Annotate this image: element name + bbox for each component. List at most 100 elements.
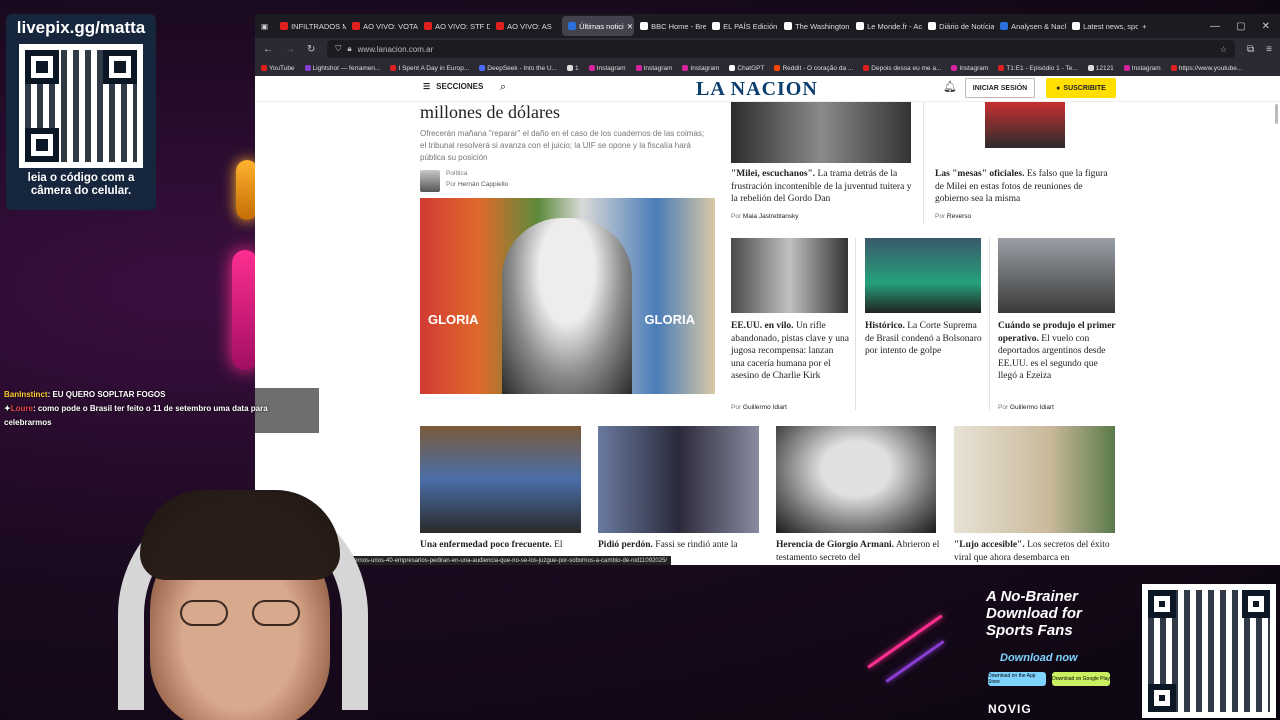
browser-tab[interactable]: Analysen & Nach — [994, 16, 1066, 36]
card-headline[interactable]: "Lujo accesible". Los secretos del éxito… — [954, 539, 1119, 564]
ad-title: A No-Brainer Download for Sports Fans — [986, 588, 1082, 639]
tab-overview-icon[interactable]: ▣ — [261, 22, 268, 31]
favicon-icon — [424, 22, 433, 30]
bookmark-item[interactable]: Instagram — [951, 65, 988, 72]
login-button[interactable]: INICIAR SESIÓN — [965, 78, 1035, 98]
bookmark-item[interactable]: ChatGPT — [729, 65, 764, 72]
card-image[interactable] — [731, 238, 848, 313]
bookmark-item[interactable]: https://www.youtube... — [1170, 65, 1242, 72]
card-image[interactable] — [598, 426, 759, 533]
card-image[interactable] — [420, 426, 581, 533]
card-headline[interactable]: Las "mesas" oficiales. Es falso que la f… — [935, 168, 1115, 206]
browser-tab[interactable]: EL PAÍS Edición A — [706, 16, 778, 36]
bookmark-label: Depois dessa eu me a... — [871, 64, 942, 72]
tab-label: Últimas notici — [579, 21, 624, 31]
bookmark-icon — [390, 65, 397, 71]
bookmark-icon — [567, 65, 574, 71]
bookmark-icon — [951, 65, 958, 71]
main-headline[interactable]: millones de dólares — [420, 102, 560, 123]
bookmark-item[interactable]: I Spent A Day in Europ... — [390, 65, 469, 72]
bookmark-item[interactable]: Instagram — [682, 65, 719, 72]
bell-icon[interactable]: 🔔︎ — [943, 80, 957, 93]
extensions-icon[interactable]: ⧉ — [1247, 44, 1254, 55]
card-headline[interactable]: Herencia de Giorgio Armani. Abrieron el … — [776, 539, 941, 564]
favicon-icon — [712, 22, 721, 30]
favicon-icon — [352, 22, 361, 30]
forward-icon[interactable]: → — [285, 44, 295, 55]
chat-overlay: BanInstinct: EU QUERO SOPLTAR FOGOS ✦Lou… — [0, 388, 320, 434]
bookmark-icon — [1123, 65, 1130, 71]
bookmark-icon — [729, 65, 736, 71]
subscribe-button[interactable]: ● SUSCRIBITE — [1046, 78, 1116, 98]
reload-icon[interactable]: ↻ — [307, 44, 315, 55]
card-image[interactable] — [954, 426, 1115, 533]
search-icon[interactable]: ⌕ — [500, 81, 506, 94]
card-headline[interactable]: EE.UU. en vilo. Un rifle abandonado, pis… — [731, 320, 849, 383]
site-logo[interactable]: LA NACION — [696, 78, 818, 101]
ad-cta: Download now — [1000, 652, 1078, 664]
bookmark-item[interactable]: Depois dessa eu me a... — [863, 65, 941, 72]
bookmark-item[interactable]: Instagram — [588, 65, 626, 72]
bookmark-item[interactable]: 1 — [567, 65, 579, 72]
card-image[interactable] — [985, 102, 1065, 148]
bookmark-label: Instagram — [959, 64, 989, 72]
favicon-icon — [280, 22, 289, 30]
bookmark-item[interactable]: 12121 — [1087, 65, 1114, 72]
card-image[interactable] — [865, 238, 981, 313]
browser-tab[interactable]: Últimas notici ✕ — [562, 16, 635, 36]
browser-tab[interactable]: AO VIVO: VOTAÇ — [346, 16, 418, 36]
browser-tab[interactable]: Le Monde.fr - Ac — [850, 16, 922, 36]
card-image[interactable] — [731, 102, 911, 163]
browser-tab[interactable]: AO VIVO: STF DE — [418, 16, 490, 36]
bookmark-item[interactable]: Reddit - O coração da ... — [774, 65, 853, 72]
card-headline[interactable]: Una enfermedad poco frecuente. El — [420, 539, 585, 552]
bookmark-label: Instagram — [643, 64, 673, 72]
bookmark-item[interactable]: Instagram — [1123, 64, 1161, 72]
browser-tab[interactable]: AO VIVO: AS — [490, 16, 562, 36]
close-tab-icon[interactable]: ✕ — [627, 22, 633, 31]
secciones-button[interactable]: ☰ SECCIONES — [423, 82, 483, 91]
chat-message: ✦Loure: como pode o Brasil ter feito o 1… — [4, 404, 268, 427]
favicon-icon — [1072, 22, 1081, 30]
bookmark-label: 1 — [575, 64, 579, 72]
browser-tab[interactable]: BBC Home - Brea — [634, 16, 706, 36]
main-byline: Política Por Hernán Cappiello — [420, 170, 508, 192]
browser-tab[interactable]: Latest news, spo — [1066, 16, 1138, 36]
browser-tab[interactable]: INFILTRADOS M — [274, 16, 346, 36]
qr-code-icon — [19, 44, 143, 168]
card-headline[interactable]: Pidió perdón. Fassi se rindió ante la — [598, 539, 763, 552]
minimize-icon[interactable]: — — [1210, 21, 1220, 32]
new-tab-button[interactable]: + — [1142, 22, 1146, 31]
bookmark-label: Instagram — [1131, 64, 1161, 72]
scrollbar[interactable] — [1275, 104, 1278, 124]
close-icon[interactable]: ✕ — [1262, 21, 1270, 32]
bookmark-icon — [682, 65, 689, 71]
bookmark-item[interactable]: T1:E1 - Episódio 1 - Te... — [998, 65, 1078, 72]
card-headline[interactable]: "Milei, escuchanos". La trama detrás de … — [731, 168, 915, 206]
bookmark-icon — [1170, 65, 1177, 71]
star-icon[interactable]: ☆ — [1220, 45, 1227, 54]
bookmark-item[interactable]: YouTube — [261, 65, 295, 72]
sponsor-ad: A No-Brainer Download for Sports Fans Do… — [980, 580, 1120, 720]
bookmark-item[interactable]: Instagram — [635, 64, 673, 72]
address-bar[interactable]: ⛉ 🔒︎ www.lanacion.com.ar ☆ — [327, 40, 1236, 58]
bookmark-label: Reddit - O coração da ... — [782, 64, 854, 72]
author-name[interactable]: Hernán Cappiello — [458, 181, 508, 188]
tab-label: AO VIVO: AS — [507, 21, 552, 31]
bookmark-label: Instagram — [690, 64, 720, 72]
browser-tab[interactable]: Diário de Notícias — [922, 16, 994, 36]
back-icon[interactable]: ← — [263, 44, 273, 55]
card-image[interactable] — [998, 238, 1115, 313]
browser-tab[interactable]: The Washington — [778, 16, 850, 36]
hamburger-icon: ☰ — [423, 82, 431, 91]
main-article-image[interactable]: GLORIA GLORIA — [420, 198, 715, 394]
bookmark-item[interactable]: DeepSeek - Into the U... — [479, 65, 557, 72]
menu-icon[interactable]: ≡ — [1266, 44, 1272, 55]
bookmark-item[interactable]: Lightshot — ferramen... — [304, 65, 380, 72]
maximize-icon[interactable]: ▢ — [1236, 21, 1245, 32]
card-headline[interactable]: Histórico. La Corte Suprema de Brasil co… — [865, 320, 983, 358]
card-image[interactable] — [776, 426, 936, 533]
favicon-icon — [496, 22, 505, 30]
section-label[interactable]: Política — [446, 170, 508, 177]
card-headline[interactable]: Cuándo se produjo el primer operativo. E… — [998, 320, 1116, 383]
